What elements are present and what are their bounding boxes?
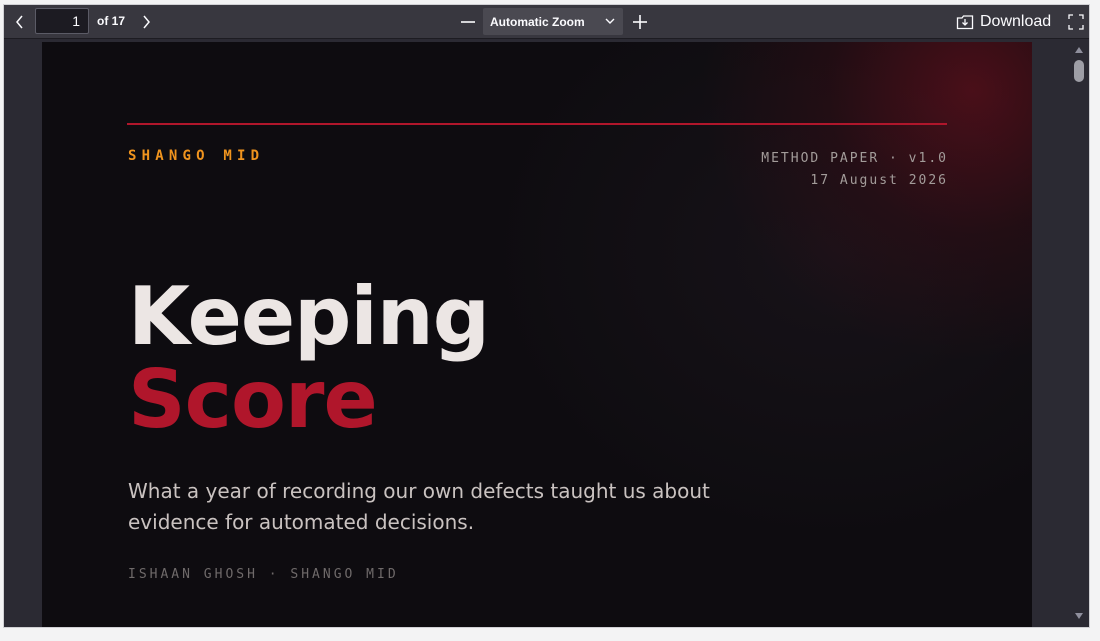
byline: ISHAAN GHOSH · SHANGO MID [128,567,399,582]
zoom-select-label: Automatic Zoom [490,14,585,29]
viewer-toolbar: of 17 Automatic Zoom [4,5,1089,39]
page-count-label: of 17 [97,14,126,28]
document-date: 17 August 2026 [810,173,948,188]
minus-icon [461,21,475,23]
fullscreen-button[interactable] [1064,10,1088,34]
scroll-thumb[interactable] [1074,60,1084,82]
page-number-input[interactable] [35,8,89,34]
document-type: METHOD PAPER · v1.0 [761,151,948,166]
vertical-scrollbar[interactable] [1069,39,1089,627]
title-line-1: Keeping [128,270,490,363]
previous-page-button[interactable] [8,10,32,34]
plus-icon [633,15,647,29]
zoom-select[interactable]: Automatic Zoom [483,8,623,35]
header-rule [127,123,947,125]
download-icon [956,15,974,30]
zoom-in-button[interactable] [628,10,652,34]
zoom-out-button[interactable] [456,10,480,34]
title-line-2: Score [128,353,378,446]
document-page: SHANGO MID METHOD PAPER · v1.0 17 August… [42,42,1032,627]
download-button[interactable]: Download [956,10,1051,34]
next-page-button[interactable] [134,10,158,34]
document-meta: METHOD PAPER · v1.0 17 August 2026 [761,148,948,192]
document-viewport[interactable]: SHANGO MID METHOD PAPER · v1.0 17 August… [4,39,1089,627]
scroll-up-arrow-icon[interactable] [1075,47,1083,53]
pdf-viewer: of 17 Automatic Zoom [3,4,1090,628]
scroll-down-arrow-icon[interactable] [1075,613,1083,619]
subtitle: What a year of recording our own defects… [128,479,710,534]
brand-name: SHANGO MID [128,148,265,164]
chevron-down-icon [605,18,615,24]
fullscreen-icon [1068,14,1084,30]
download-label: Download [980,13,1052,30]
chevron-left-icon [16,15,23,29]
chevron-right-icon [143,15,150,29]
